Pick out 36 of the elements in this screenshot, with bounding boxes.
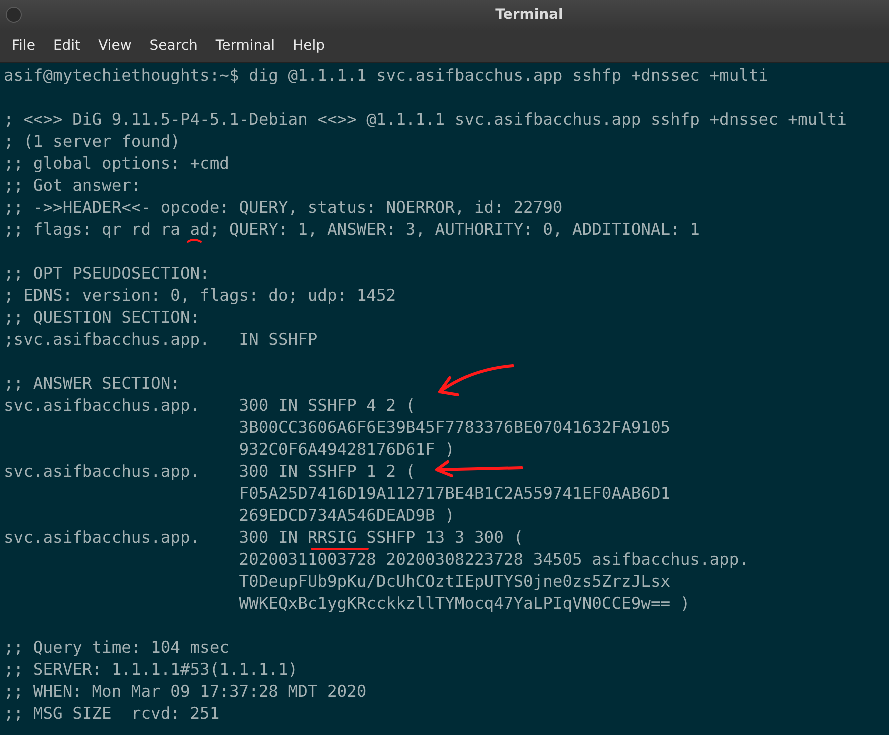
terminal-line: T0DeupFUb9pKu/DcUhCOztIEpUTYS0jne0zs5ZrzJLsx	[238, 573, 671, 591]
terminal-line: ;; OPT PSEUDOSECTION:	[4, 265, 210, 283]
terminal-line: ;; global options: +cmd	[4, 155, 230, 173]
terminal-line: F05A25D7416D19A112717BE4B1C2A559741EF0AAB6D1	[238, 485, 671, 503]
menu-item[interactable]: Edit	[44, 36, 90, 57]
terminal-line: ;; flags: qr rd ra ad; QUERY: 1, ANSWER: 3, AUTHORITY: 0, ADDITIONAL: 1	[4, 221, 700, 239]
terminal-line: ; <<>> DiG 9.11.5-P4-5.1-Debian <<>> @1.1.1.1 svc.asifbacchus.app sshfp +dnssec +multi	[4, 111, 847, 129]
menu-item[interactable]: Help	[284, 36, 334, 57]
terminal-line: WWKEQxBc1ygKRcckkzllTYMocq47YaLPIqVN0CCE9w== )	[238, 595, 690, 613]
annotation-underline	[311, 548, 369, 550]
close-button-icon[interactable]	[6, 7, 22, 23]
terminal-line: ;; WHEN: Mon Mar 09 17:37:28 MDT 2020	[4, 683, 367, 701]
terminal-line: ; (1 server found)	[4, 133, 180, 151]
terminal-line: ;; SERVER: 1.1.1.1#53(1.1.1.1)	[4, 661, 298, 679]
terminal-line: ;; Query time: 104 msec	[4, 639, 230, 657]
terminal-line: ;; Got answer:	[4, 177, 142, 195]
menu-item[interactable]: Terminal	[206, 36, 284, 57]
terminal-line: ;; ANSWER SECTION:	[4, 375, 180, 393]
menu-item[interactable]: View	[90, 36, 141, 57]
terminal-line: ;; ->>HEADER<<- opcode: QUERY, status: NOERROR, id: 22790	[4, 199, 563, 217]
terminal-line: svc.asifbacchus.app. 300 IN SSHFP 4 2 (	[4, 397, 416, 415]
terminal-line: ;; QUESTION SECTION:	[4, 309, 200, 327]
terminal-line: 20200311003728 20200308223728 34505 asifbacchus.app.	[238, 551, 749, 569]
terminal-line: 269EDCD734A546DEAD9B )	[238, 507, 455, 525]
terminal-line: svc.asifbacchus.app. 300 IN RRSIG SSHFP 13 3 300 (	[4, 529, 524, 547]
menu-item[interactable]: File	[3, 36, 44, 57]
window-title: Terminal	[496, 6, 564, 25]
terminal-line: ;; MSG SIZE rcvd: 251	[4, 705, 220, 723]
annotation-underline	[187, 239, 202, 243]
terminal-line: asif@mytechiethoughts:~$ dig @1.1.1.1 svc.asifbacchus.app sshfp +dnssec +multi	[4, 67, 769, 85]
terminal-line: 932C0F6A49428176D61F )	[238, 441, 455, 459]
terminal-line: ;svc.asifbacchus.app. IN SSHFP	[4, 331, 318, 349]
terminal-line: 3B00CC3606A6F6E39B45F7783376BE07041632FA9105	[238, 419, 671, 437]
menu-item[interactable]: Search	[140, 36, 207, 57]
terminal-line: ; EDNS: version: 0, flags: do; udp: 1452	[4, 287, 396, 305]
terminal-line: svc.asifbacchus.app. 300 IN SSHFP 1 2 (	[4, 463, 416, 481]
